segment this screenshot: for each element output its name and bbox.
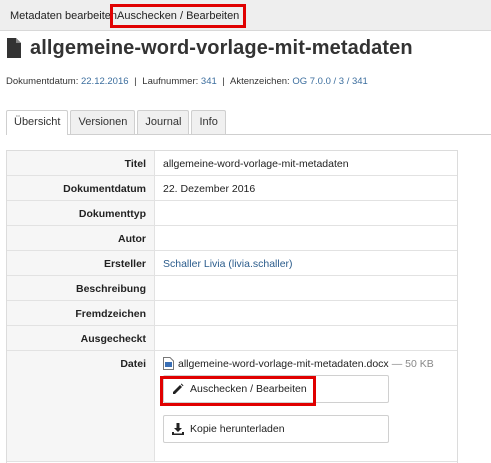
reference-label: Aktenzeichen: (230, 76, 290, 87)
word-file-icon (163, 357, 174, 370)
row-creator: Ersteller Schaller Livia (livia.schaller… (7, 251, 457, 276)
checkout-edit-button[interactable]: Auschecken / Bearbeiten (163, 375, 389, 403)
row-foreign-reference: Fremdzeichen (7, 301, 457, 326)
toolbar: Metadaten bearbeiten Auschecken / Bearbe… (0, 0, 491, 31)
tab-info[interactable]: Info (191, 110, 226, 134)
tab-divider (6, 134, 491, 135)
field-label-creator: Ersteller (7, 251, 155, 275)
tab-overview[interactable]: Übersicht (6, 110, 69, 135)
download-copy-label: Kopie herunterladen (190, 423, 285, 435)
number-value: 341 (200, 76, 217, 87)
download-icon (172, 423, 184, 435)
edit-metadata-button[interactable]: Metadaten bearbeiten (4, 4, 123, 28)
number-label: Laufnummer: (142, 76, 199, 87)
document-icon (7, 38, 21, 58)
date-value: 22.12.2016 (80, 76, 129, 87)
field-label-file: Datei (7, 351, 155, 461)
field-label-document-type: Dokumenttyp (7, 201, 155, 225)
file-info: allgemeine-word-vorlage-mit-metadaten.do… (163, 357, 434, 370)
row-checked-out: Ausgecheckt (7, 326, 457, 351)
tab-journal[interactable]: Journal (137, 110, 190, 134)
document-metadata-line: Dokumentdatum: 22.12.2016 | Laufnummer: … (6, 76, 368, 87)
field-label-author: Autor (7, 226, 155, 250)
tab-versions[interactable]: Versionen (70, 110, 136, 134)
pencil-icon (173, 383, 184, 394)
field-value-title: allgemeine-word-vorlage-mit-metadaten (163, 158, 349, 170)
properties-table: Titel allgemeine-word-vorlage-mit-metada… (6, 150, 458, 463)
field-label-foreign-reference: Fremdzeichen (7, 301, 155, 325)
date-label: Dokumentdatum: (6, 76, 79, 87)
row-title: Titel allgemeine-word-vorlage-mit-metada… (7, 151, 457, 176)
field-label-description: Beschreibung (7, 276, 155, 300)
field-label-title: Titel (7, 151, 155, 175)
field-label-checked-out: Ausgecheckt (7, 326, 155, 350)
creator-link[interactable]: Schaller Livia (livia.schaller) (163, 258, 293, 270)
separator: | (134, 76, 137, 87)
separator: | (222, 76, 225, 87)
checkout-edit-label: Auschecken / Bearbeiten (190, 383, 307, 395)
file-name[interactable]: allgemeine-word-vorlage-mit-metadaten.do… (178, 358, 389, 370)
row-document-date: Dokumentdatum 22. Dezember 2016 (7, 176, 457, 201)
reference-value: OG 7.0.0 / 3 / 341 (292, 76, 368, 87)
row-file: Datei allgemeine-word-vorlage-mit-metada… (7, 351, 457, 462)
row-author: Autor (7, 226, 457, 251)
page-header: allgemeine-word-vorlage-mit-metadaten (6, 34, 413, 62)
row-description: Beschreibung (7, 276, 457, 301)
page-title: allgemeine-word-vorlage-mit-metadaten (30, 36, 413, 59)
file-size: — 50 KB (391, 357, 434, 370)
field-value-document-date: 22. Dezember 2016 (163, 183, 256, 195)
download-copy-button[interactable]: Kopie herunterladen (163, 415, 389, 443)
checkout-edit-toolbar-button[interactable]: Auschecken / Bearbeiten (110, 4, 247, 28)
row-document-type: Dokumenttyp (7, 201, 457, 226)
tab-bar: Übersicht Versionen Journal Info (6, 110, 228, 135)
field-label-document-date: Dokumentdatum (7, 176, 155, 200)
